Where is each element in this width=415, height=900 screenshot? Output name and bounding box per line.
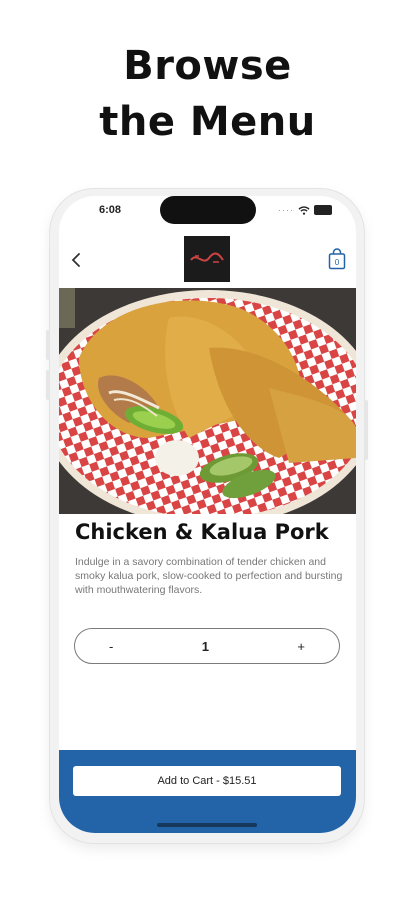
status-bar: 6:08 ···· — [59, 196, 356, 230]
quantity-stepper: - 1 + — [74, 628, 340, 664]
home-indicator — [157, 823, 257, 827]
nav-bar: 0 — [59, 234, 356, 288]
phone-side-button — [46, 330, 50, 360]
quantity-value: 1 — [201, 638, 209, 654]
product-image — [59, 288, 356, 514]
shopping-bag-icon[interactable]: 0 — [328, 248, 346, 270]
signal-icon: ···· — [278, 205, 294, 215]
headline-line-1: Browse — [123, 43, 292, 89]
increment-button[interactable]: + — [297, 639, 305, 654]
phone-side-button — [46, 370, 50, 400]
wifi-icon — [298, 205, 310, 215]
decrement-button[interactable]: - — [109, 639, 113, 654]
product-description: Indulge in a savory combination of tende… — [75, 556, 343, 596]
cart-count-badge: 0 — [335, 258, 340, 267]
dynamic-island — [160, 196, 256, 224]
product-title: Chicken & Kalua Pork — [75, 520, 329, 544]
add-to-cart-button[interactable]: Add to Cart - $15.51 — [73, 766, 341, 796]
headline-line-2: the Menu — [99, 99, 316, 145]
phone-side-button — [364, 400, 368, 460]
bottom-cart-bar: Add to Cart - $15.51 — [59, 750, 356, 833]
battery-icon — [314, 205, 332, 215]
phone-screen: 6:08 ···· 0 Chicken & Kalua Pork Indulge… — [59, 196, 356, 833]
status-time: 6:08 — [99, 204, 122, 216]
marketing-headline: Browse the Menu — [0, 38, 415, 150]
restaurant-logo — [184, 236, 230, 282]
back-chevron-icon[interactable] — [65, 248, 87, 272]
status-icons: ···· — [278, 205, 332, 215]
